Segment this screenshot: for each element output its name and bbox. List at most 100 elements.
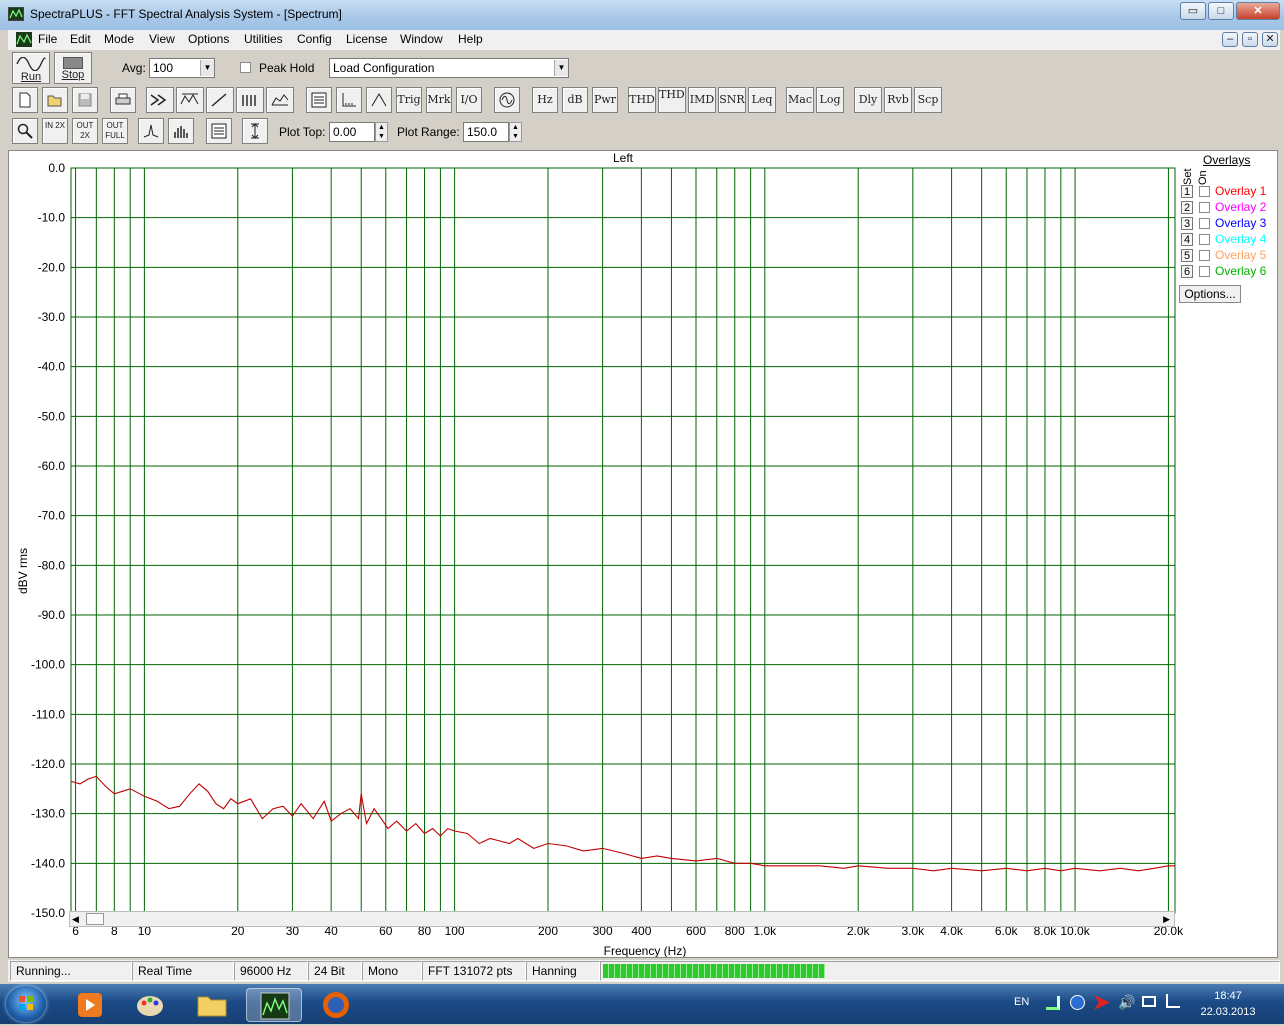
peak-hold-checkbox[interactable] xyxy=(240,62,251,73)
menu-options[interactable]: Options xyxy=(188,32,229,46)
close-button[interactable]: ✕ xyxy=(1236,2,1280,20)
scrollbar-thumb[interactable] xyxy=(86,913,104,925)
spectrum-chart[interactable]: 0.0 -10.0 -20.0 -30.0 -40.0 -50.0 -60.0 -70.0 -8… xyxy=(9,151,1277,957)
menu-edit[interactable]: Edit xyxy=(70,32,91,46)
taskbar-media-player[interactable] xyxy=(62,988,118,1022)
dly-button[interactable]: Dly xyxy=(854,87,882,113)
list-button[interactable] xyxy=(306,87,332,113)
monitor-tray-icon[interactable] xyxy=(1142,996,1156,1007)
bar-display-button[interactable] xyxy=(168,118,194,144)
zoom-full-button[interactable]: OUT FULL xyxy=(102,118,128,144)
line-display-button[interactable] xyxy=(138,118,164,144)
scroll-left-icon[interactable]: ◀ xyxy=(72,914,79,925)
zoom-in-2x-button[interactable]: IN 2X xyxy=(42,118,68,144)
rvb-button[interactable]: Rvb xyxy=(884,87,912,113)
scale-button[interactable] xyxy=(242,118,268,144)
app-icon[interactable] xyxy=(8,7,24,21)
print-button[interactable] xyxy=(110,87,136,113)
axis-button[interactable] xyxy=(336,87,362,113)
io-button[interactable]: I/O xyxy=(456,87,482,113)
taskbar-explorer[interactable] xyxy=(184,988,240,1022)
plot-range-spinner[interactable]: ▲ ▼ xyxy=(509,122,522,142)
arrow-tray-icon[interactable] xyxy=(1094,995,1110,1010)
run-button[interactable]: Run xyxy=(12,52,50,84)
status-bar: Running... Real Time 96000 Hz 24 Bit Mon… xyxy=(8,960,1280,982)
transfer-button[interactable] xyxy=(146,87,174,113)
trig-button[interactable]: Trig xyxy=(396,87,422,113)
menu-help[interactable]: Help xyxy=(458,32,483,46)
zoom-out-2x-button[interactable]: OUT 2X xyxy=(72,118,98,144)
language-indicator[interactable]: EN xyxy=(1014,996,1029,1008)
overlay-on-checkbox-3[interactable] xyxy=(1199,218,1210,229)
snr-button[interactable]: SNR xyxy=(718,87,746,113)
scp-button[interactable]: Scp xyxy=(914,87,942,113)
trigger-shape-button[interactable] xyxy=(366,87,392,113)
overlay-on-checkbox-6[interactable] xyxy=(1199,266,1210,277)
taskbar-paint[interactable] xyxy=(122,988,178,1022)
save-button[interactable] xyxy=(72,87,98,113)
mrk-button[interactable]: Mrk xyxy=(426,87,452,113)
mdi-restore-button[interactable]: ▫ xyxy=(1242,32,1258,47)
spectrum-analyzer-icon xyxy=(260,992,290,1020)
plot-top-spinner[interactable]: ▲ ▼ xyxy=(375,122,388,142)
mdi-minimize-button[interactable]: – xyxy=(1222,32,1238,47)
minimize-button[interactable]: ▭ xyxy=(1180,2,1206,20)
menu-file[interactable]: File xyxy=(38,32,57,46)
imd-button[interactable]: IMD xyxy=(688,87,716,113)
scroll-right-icon[interactable]: ▶ xyxy=(1163,914,1170,925)
log-button[interactable]: Log xyxy=(816,87,844,113)
open-button[interactable] xyxy=(42,87,68,113)
taskbar-firefox[interactable] xyxy=(308,988,364,1022)
db-button[interactable]: dB xyxy=(562,87,588,113)
menu-view[interactable]: View xyxy=(149,32,175,46)
mdi-close-button[interactable]: ✕ xyxy=(1262,32,1278,47)
menu-window[interactable]: Window xyxy=(400,32,443,46)
clock-date[interactable]: 22.03.2013 xyxy=(1196,1006,1260,1018)
menu-config[interactable]: Config xyxy=(297,32,332,46)
overlay-set-button-4[interactable]: 4 xyxy=(1181,233,1193,246)
menu-mode[interactable]: Mode xyxy=(104,32,134,46)
thd-button[interactable]: THD xyxy=(628,87,656,113)
mac-button[interactable]: Mac xyxy=(786,87,814,113)
action-center-icon[interactable] xyxy=(1166,994,1180,1008)
horizontal-scrollbar[interactable]: ◀ ▶ xyxy=(69,911,1175,927)
plot-range-input[interactable]: 150.0 xyxy=(463,122,509,142)
taskbar-spectraplus[interactable] xyxy=(246,988,302,1022)
pwr-button[interactable]: Pwr xyxy=(592,87,618,113)
start-button[interactable] xyxy=(6,986,46,1022)
3d-surface-button[interactable] xyxy=(266,87,294,113)
leq-button[interactable]: Leq xyxy=(748,87,776,113)
child-window-icon[interactable] xyxy=(16,32,32,47)
overlay-on-checkbox-5[interactable] xyxy=(1199,250,1210,261)
zoom-button[interactable] xyxy=(12,118,38,144)
generator-button[interactable] xyxy=(494,87,520,113)
stop-button[interactable]: Stop xyxy=(54,52,92,84)
overlay-set-button-1[interactable]: 1 xyxy=(1181,185,1193,198)
config-select[interactable]: Load Configuration ▼ xyxy=(329,58,569,78)
overlay-on-checkbox-2[interactable] xyxy=(1199,202,1210,213)
volume-icon[interactable]: 🔊 xyxy=(1118,994,1135,1011)
overlay-options-button[interactable]: Options... xyxy=(1179,285,1241,303)
overlay-set-button-2[interactable]: 2 xyxy=(1181,201,1193,214)
overlay-on-checkbox-1[interactable] xyxy=(1199,186,1210,197)
stop-icon xyxy=(63,57,83,69)
plot-top-input[interactable]: 0.00 xyxy=(329,122,375,142)
ramp-button[interactable] xyxy=(206,87,234,113)
overlay-set-button-6[interactable]: 6 xyxy=(1181,265,1193,278)
menu-license[interactable]: License xyxy=(346,32,387,46)
new-file-button[interactable] xyxy=(12,87,38,113)
waterfall-button[interactable] xyxy=(236,87,264,113)
network-tray-icon[interactable] xyxy=(1046,996,1060,1010)
hz-button[interactable]: Hz xyxy=(532,87,558,113)
overlay-set-button-5[interactable]: 5 xyxy=(1181,249,1193,262)
overlay-set-button-3[interactable]: 3 xyxy=(1181,217,1193,230)
maximize-button[interactable]: □ xyxy=(1208,2,1234,20)
properties-button[interactable] xyxy=(206,118,232,144)
thd-n-button[interactable]: THD+N xyxy=(658,87,686,113)
overlay-on-checkbox-4[interactable] xyxy=(1199,234,1210,245)
menu-utilities[interactable]: Utilities xyxy=(244,32,283,46)
scope-cal-button[interactable] xyxy=(176,87,204,113)
power-tray-icon[interactable] xyxy=(1070,995,1085,1010)
clock-time[interactable]: 18:47 xyxy=(1196,990,1260,1002)
avg-select[interactable]: 100 ▼ xyxy=(149,58,215,78)
